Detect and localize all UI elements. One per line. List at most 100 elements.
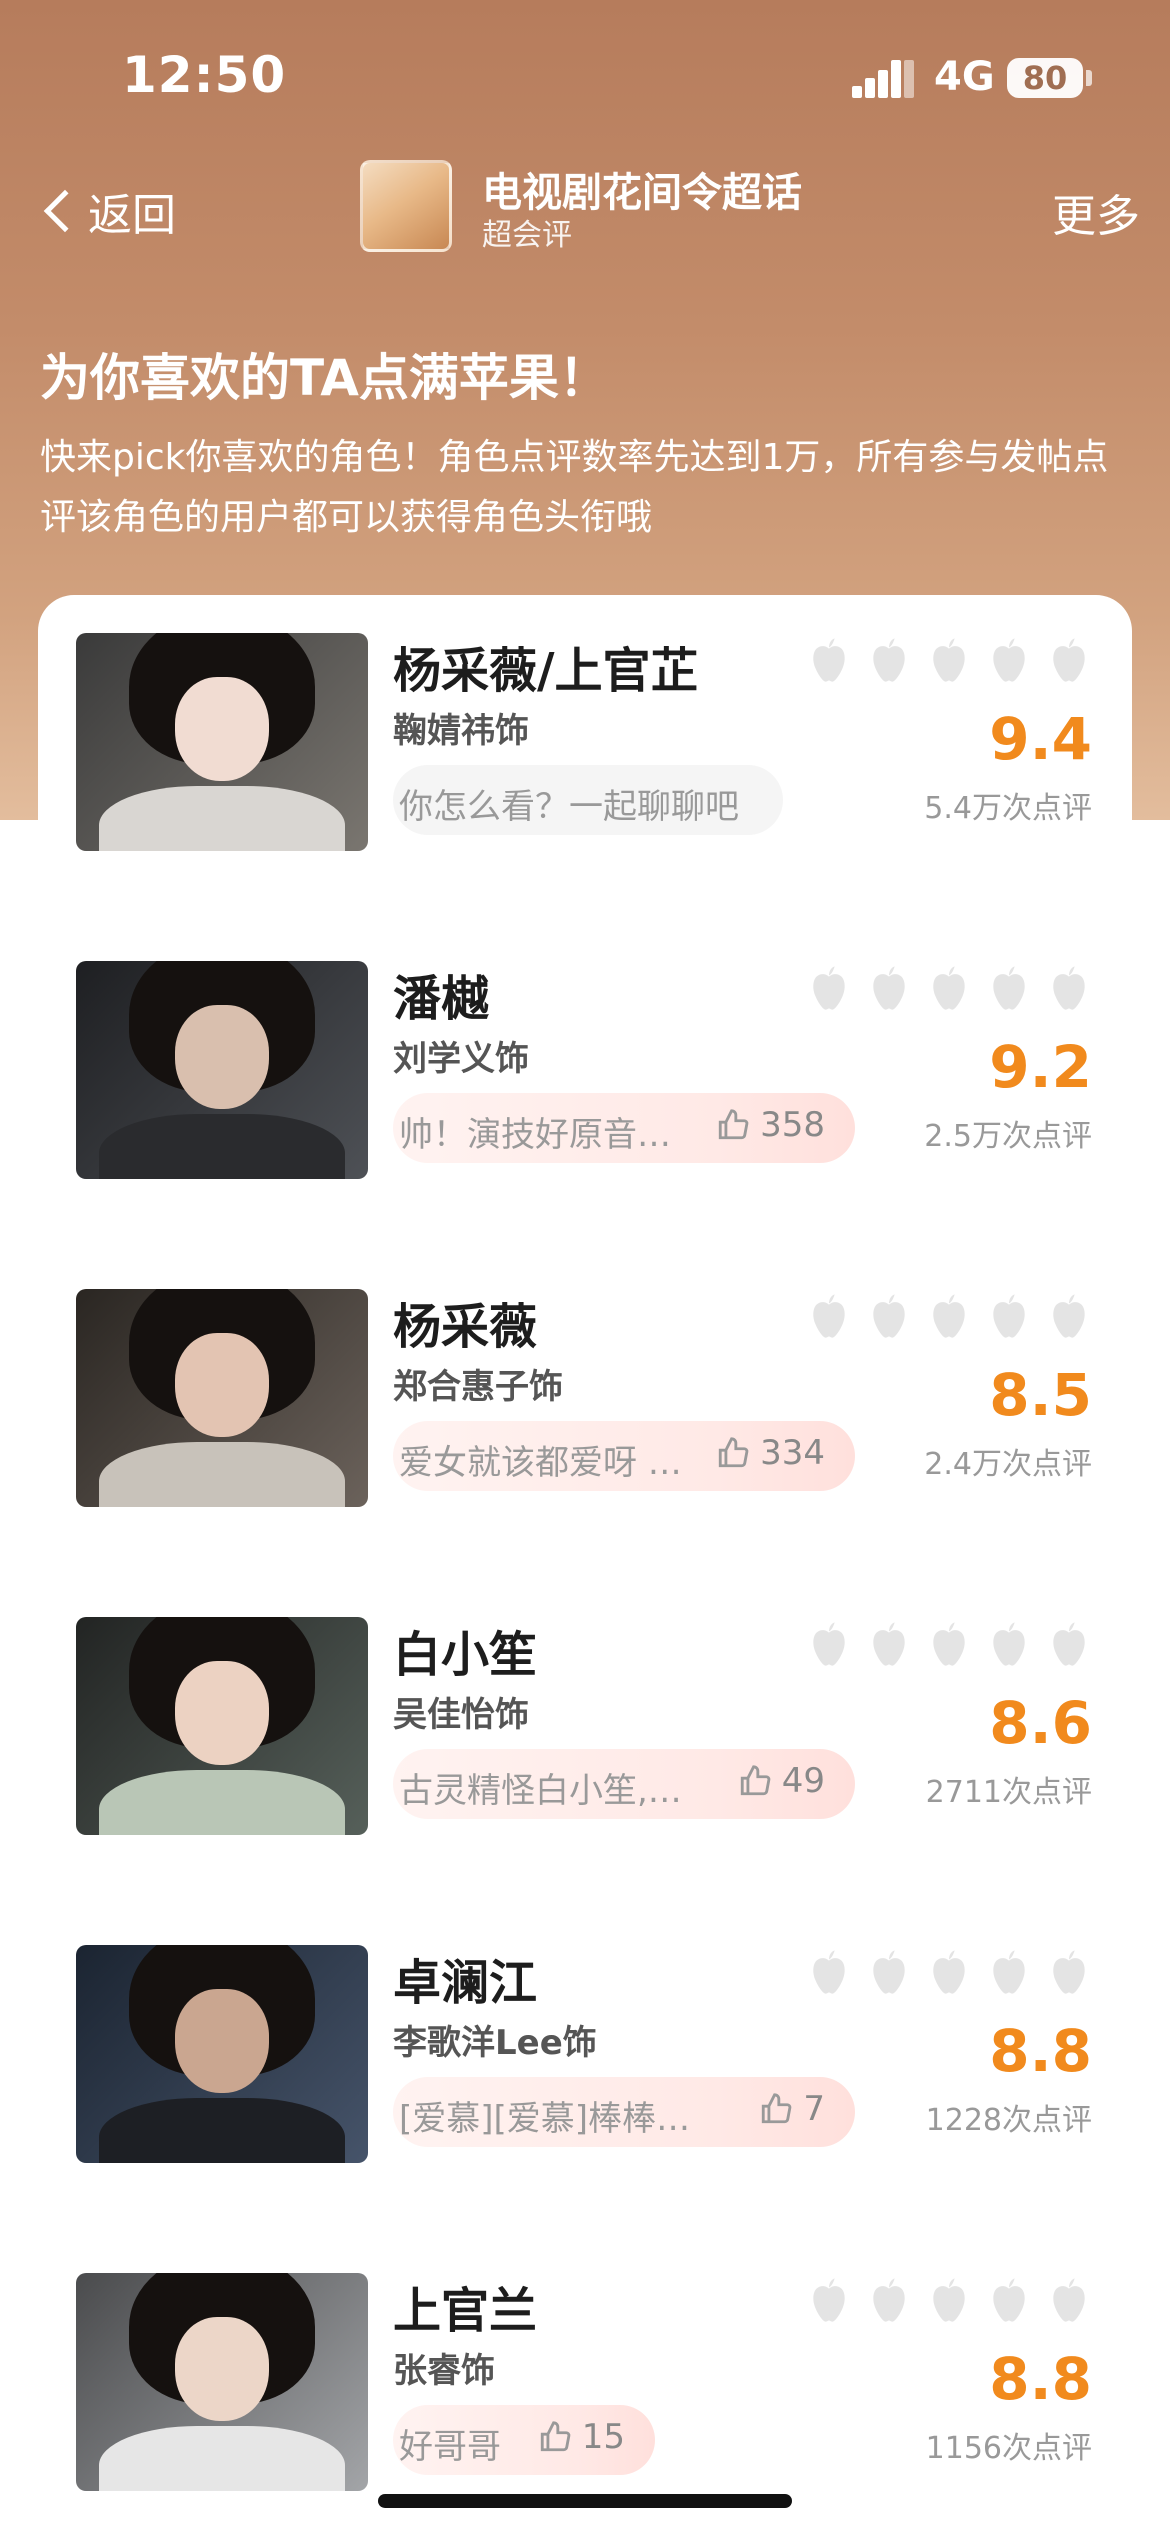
apple-icon[interactable] [1046, 1947, 1092, 1997]
apple-icon[interactable] [986, 963, 1032, 1013]
like-button[interactable]: 15 [538, 2417, 625, 2457]
apple-icon[interactable] [866, 1291, 912, 1341]
comment-pill[interactable]: 爱女就该都爱呀 … 334 [393, 1421, 855, 1491]
apple-icon[interactable] [986, 635, 1032, 685]
apple-icon[interactable] [806, 963, 852, 1013]
comment-pill[interactable]: 好哥哥 15 [393, 2405, 655, 2475]
character-photo[interactable] [76, 633, 368, 851]
character-score: 9.2 [989, 1033, 1092, 1101]
page-description: 快来pick你喜欢的角色！角色点评数率先达到1万，所有参与发帖点评该角色的用户都… [40, 437, 1109, 538]
actor-name: 张睿饰 [393, 2351, 495, 2391]
apple-rating[interactable] [806, 1291, 1092, 1341]
thumbs-up-icon [540, 2421, 571, 2452]
thumbs-up-icon [718, 1437, 749, 1468]
character-photo[interactable] [76, 1289, 368, 1507]
character-name[interactable]: 杨采薇/上官芷 [393, 631, 699, 701]
like-button[interactable]: 49 [738, 1761, 825, 1801]
apple-icon[interactable] [1046, 963, 1092, 1013]
character-name[interactable]: 上官兰 [393, 2271, 537, 2341]
apple-icon[interactable] [1046, 1291, 1092, 1341]
character-row[interactable]: 上官兰 张睿饰 好哥哥 15 8.8 1156次点评 [38, 2235, 1132, 2491]
apple-icon[interactable] [926, 1619, 972, 1669]
character-photo[interactable] [76, 2273, 368, 2491]
like-count: 49 [781, 1761, 825, 1801]
network-type: 4G [934, 54, 995, 100]
apple-icon[interactable] [926, 1291, 972, 1341]
comment-text: 帅！演技好原音… [399, 1115, 671, 1155]
character-score: 8.8 [989, 2345, 1092, 2413]
review-count: 1228次点评 [925, 2103, 1092, 2138]
apple-rating[interactable] [806, 1947, 1092, 1997]
apple-icon[interactable] [926, 963, 972, 1013]
apple-rating[interactable] [806, 635, 1092, 685]
character-photo[interactable] [76, 1617, 368, 1835]
comment-pill[interactable]: 古灵精怪白小笙,… 49 [393, 1749, 855, 1819]
battery-icon: 80 [1007, 58, 1083, 98]
apple-icon[interactable] [866, 1947, 912, 1997]
apple-icon[interactable] [806, 1947, 852, 1997]
apple-icon[interactable] [806, 635, 852, 685]
home-indicator[interactable] [378, 2494, 792, 2508]
actor-name: 吴佳怡饰 [393, 1695, 529, 1735]
like-count: 15 [581, 2417, 625, 2457]
apple-icon[interactable] [866, 963, 912, 1013]
comment-pill[interactable]: 你怎么看？一起聊聊吧 [393, 765, 783, 835]
more-button[interactable]: 更多 [1052, 180, 1140, 244]
status-time: 12:50 [122, 46, 287, 104]
character-score: 8.5 [989, 1361, 1092, 1429]
chevron-left-icon [43, 189, 87, 233]
comment-text: 爱女就该都爱呀 … [399, 1443, 682, 1483]
battery-tip [1086, 70, 1092, 86]
character-name[interactable]: 卓澜江 [393, 1943, 537, 2013]
apple-rating[interactable] [806, 2275, 1092, 2325]
comment-pill[interactable]: 帅！演技好原音… 358 [393, 1093, 855, 1163]
apple-icon[interactable] [1046, 635, 1092, 685]
apple-icon[interactable] [806, 1291, 852, 1341]
character-row[interactable]: 潘樾 刘学义饰 帅！演技好原音… 358 9.2 2.5万次点评 [38, 923, 1132, 1179]
apple-icon[interactable] [986, 1947, 1032, 1997]
review-count: 2.5万次点评 [924, 1119, 1092, 1154]
apple-icon[interactable] [926, 635, 972, 685]
actor-name: 鞠婧祎饰 [393, 711, 529, 751]
character-name[interactable]: 杨采薇 [393, 1287, 537, 1357]
like-count: 7 [803, 2089, 825, 2129]
apple-icon[interactable] [866, 1619, 912, 1669]
comment-text: 古灵精怪白小笙,… [399, 1771, 682, 1811]
character-row[interactable]: 卓澜江 李歌洋Lee饰 [爱慕][爱慕]棒棒卓… 7 8.8 1228次点评 [38, 1907, 1132, 2163]
apple-icon[interactable] [1046, 2275, 1092, 2325]
apple-rating[interactable] [806, 1619, 1092, 1669]
apple-icon[interactable] [1046, 1619, 1092, 1669]
apple-icon[interactable] [866, 635, 912, 685]
character-photo[interactable] [76, 1945, 368, 2163]
comment-pill[interactable]: [爱慕][爱慕]棒棒卓… 7 [393, 2077, 855, 2147]
thumbs-up-icon [740, 1765, 771, 1796]
actor-name: 郑合惠子饰 [393, 1367, 563, 1407]
character-row[interactable]: 杨采薇 郑合惠子饰 爱女就该都爱呀 … 334 8.5 2.4万次点评 [38, 1251, 1132, 1507]
apple-icon[interactable] [806, 1619, 852, 1669]
like-button[interactable]: 334 [716, 1433, 825, 1473]
apple-rating[interactable] [806, 963, 1092, 1013]
character-name[interactable]: 潘樾 [393, 959, 489, 1029]
back-button[interactable]: 返回 [36, 176, 176, 246]
apple-icon[interactable] [986, 2275, 1032, 2325]
apple-icon[interactable] [806, 2275, 852, 2325]
character-score: 8.6 [989, 1689, 1092, 1757]
topic-subtitle: 超会评 [482, 218, 572, 253]
page-title: 为你喜欢的TA点满苹果！ [40, 349, 609, 407]
character-row[interactable]: 白小笙 吴佳怡饰 古灵精怪白小笙,… 49 8.6 2711次点评 [38, 1579, 1132, 1835]
like-count: 334 [760, 1433, 825, 1473]
apple-icon[interactable] [926, 2275, 972, 2325]
status-bar: 12:50 4G 80 [0, 0, 1170, 150]
apple-icon[interactable] [866, 2275, 912, 2325]
nav-bar: 返回 电视剧花间令超话 超会评 更多 [0, 150, 1170, 270]
like-button[interactable]: 7 [759, 2089, 825, 2129]
character-row[interactable]: 杨采薇/上官芷 鞠婧祎饰 你怎么看？一起聊聊吧 9.4 5.4万次点评 [38, 595, 1132, 851]
character-photo[interactable] [76, 961, 368, 1179]
apple-icon[interactable] [926, 1947, 972, 1997]
like-button[interactable]: 358 [716, 1105, 825, 1145]
apple-icon[interactable] [986, 1291, 1032, 1341]
topic-logo[interactable] [360, 160, 452, 252]
comment-text: [爱慕][爱慕]棒棒卓… [399, 2099, 699, 2139]
apple-icon[interactable] [986, 1619, 1032, 1669]
character-name[interactable]: 白小笙 [393, 1615, 537, 1685]
